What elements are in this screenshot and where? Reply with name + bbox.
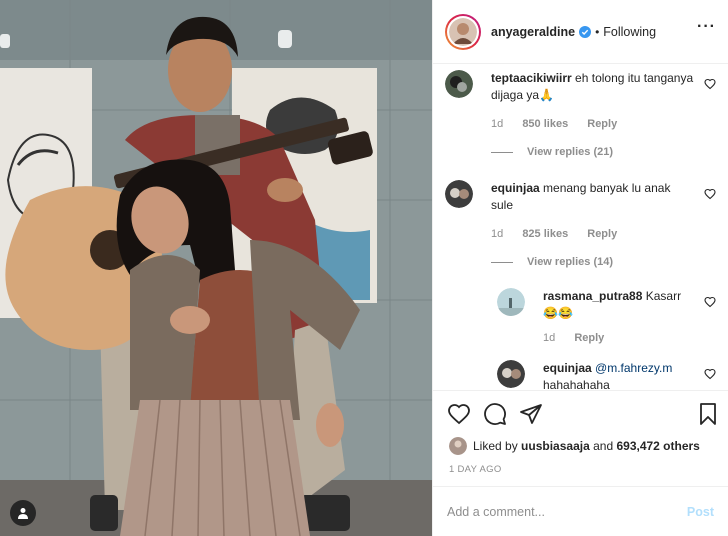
liked-by-prefix: Liked by	[473, 439, 518, 453]
story-ring[interactable]	[445, 13, 481, 50]
reply-text: hahahahaha	[543, 378, 610, 390]
post-author-username[interactable]: anyageraldine	[491, 25, 575, 39]
comment-item: teptaacikiwiirr eh tolong itu tanganya d…	[445, 70, 716, 130]
post-timestamp[interactable]: 1 DAY AGO	[433, 456, 728, 482]
reply-button[interactable]: Reply	[574, 332, 604, 344]
liked-by-middle: and	[593, 439, 614, 453]
likes-count[interactable]: 693,472 others	[616, 439, 699, 453]
comment-likes-count[interactable]: 850 likes	[522, 118, 568, 130]
comment-username[interactable]: equinjaa	[491, 181, 540, 195]
verified-badge-icon	[579, 25, 592, 38]
comment-likes-count[interactable]: 825 likes	[522, 228, 568, 240]
comment-age: 1d	[491, 118, 504, 130]
reply-item: equinjaa @m.fahrezy.m hahahahaha	[497, 360, 716, 390]
view-replies-button[interactable]: View replies (14)	[491, 256, 716, 268]
post-side-panel: anyageraldine • Following ··· teptaaciki…	[432, 0, 728, 536]
comment-bubble-icon[interactable]	[483, 402, 507, 426]
person-icon	[18, 508, 28, 519]
photo-illustration	[0, 0, 432, 536]
follow-status-button[interactable]: Following	[603, 25, 656, 39]
view-replies-label: View replies (14)	[527, 256, 614, 268]
post-actions-bar	[433, 390, 728, 436]
view-replies-label: View replies (21)	[527, 146, 614, 158]
likes-summary: Liked by uusbiasaaja and 693,472 others	[433, 436, 728, 456]
reply-button[interactable]: Reply	[587, 228, 617, 240]
tagged-users-button[interactable]	[10, 500, 36, 526]
comment-like-heart-icon[interactable]	[704, 296, 716, 308]
reply-mention-link[interactable]: @m.fahrezy.m	[595, 361, 672, 375]
post-photo[interactable]	[0, 0, 432, 536]
reply-item: rasmana_putra88 Kasarr 😂😂 1d Reply	[497, 288, 716, 344]
commenter-avatar[interactable]	[445, 180, 473, 208]
comment-like-heart-icon[interactable]	[704, 78, 716, 90]
share-paper-plane-icon[interactable]	[519, 402, 543, 426]
commenter-avatar[interactable]	[497, 288, 525, 316]
liked-by-user[interactable]: uusbiasaaja	[521, 439, 590, 453]
avatar	[449, 17, 477, 46]
comment-username[interactable]: teptaacikiwiirr	[491, 71, 572, 85]
comment-item: equinjaa menang banyak lu anak sule 1d 8…	[445, 180, 716, 240]
comment-age: 1d	[491, 228, 504, 240]
comment-list[interactable]: teptaacikiwiirr eh tolong itu tanganya d…	[433, 64, 728, 390]
commenter-avatar[interactable]	[497, 360, 525, 388]
more-options-icon[interactable]: ···	[697, 18, 716, 36]
reply-username[interactable]: rasmana_putra88	[543, 289, 642, 303]
reply-username[interactable]: equinjaa	[543, 361, 592, 375]
comment-composer: Add a comment... Post	[433, 486, 728, 536]
comment-like-heart-icon[interactable]	[704, 188, 716, 200]
comment-input[interactable]: Add a comment...	[447, 505, 545, 519]
separator-dot: •	[595, 24, 600, 39]
liker-avatar[interactable]	[449, 437, 467, 455]
post-modal: anyageraldine • Following ··· teptaaciki…	[0, 0, 728, 536]
reply-button[interactable]: Reply	[587, 118, 617, 130]
save-bookmark-icon[interactable]	[696, 402, 720, 426]
post-comment-button[interactable]: Post	[687, 505, 714, 519]
view-replies-button[interactable]: View replies (21)	[491, 146, 716, 158]
commenter-avatar[interactable]	[445, 70, 473, 98]
reply-age: 1d	[543, 332, 556, 344]
post-header: anyageraldine • Following ···	[433, 0, 728, 64]
like-heart-icon[interactable]	[447, 402, 471, 426]
comment-like-heart-icon[interactable]	[704, 368, 716, 380]
